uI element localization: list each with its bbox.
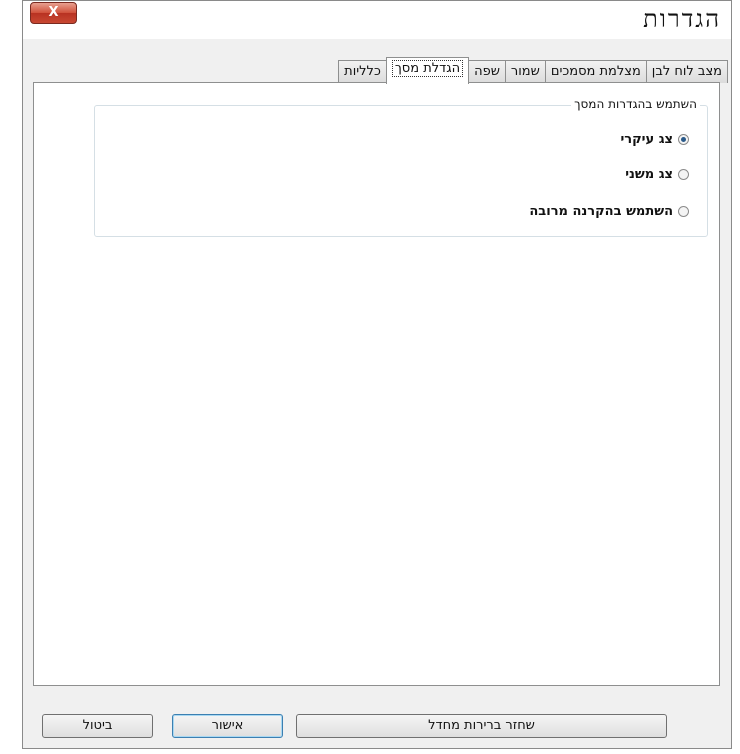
tab-document-camera[interactable]: מצלמת מסמכים bbox=[544, 60, 647, 83]
close-icon: X bbox=[48, 5, 59, 20]
ok-button[interactable]: אישור bbox=[172, 714, 283, 738]
settings-dialog: X הגדרות כלליות הגדלת מסך שפה שמור מצלמת… bbox=[22, 0, 732, 749]
tab-strip: כלליות הגדלת מסך שפה שמור מצלמת מסמכים מ… bbox=[338, 57, 728, 84]
radio-primary-display[interactable]: צג עיקרי bbox=[620, 132, 689, 147]
radio-secondary-display[interactable]: צג משני bbox=[625, 167, 689, 182]
radio-label: צג משני bbox=[625, 167, 673, 182]
tab-whiteboard-mode[interactable]: מצב לוח לבן bbox=[645, 60, 728, 83]
radio-label: השתמש בהקרנה מרובה bbox=[529, 204, 673, 219]
title-bar: X הגדרות bbox=[23, 1, 731, 39]
screen-settings-group: השתמש בהגדרות המסך צג עיקרי צג משני השתמ… bbox=[94, 97, 708, 237]
group-title: השתמש בהגדרות המסך bbox=[571, 97, 700, 111]
radio-icon-checked[interactable] bbox=[678, 134, 689, 145]
close-button[interactable]: X bbox=[30, 2, 77, 24]
radio-icon[interactable] bbox=[678, 169, 689, 180]
radio-icon[interactable] bbox=[678, 206, 689, 217]
radio-label: צג עיקרי bbox=[620, 132, 673, 147]
cancel-button[interactable]: ביטול bbox=[42, 714, 153, 738]
tab-magnification[interactable]: הגדלת מסך bbox=[385, 57, 470, 84]
tab-magnification-label: הגדלת מסך bbox=[391, 60, 464, 77]
radio-multi-projection[interactable]: השתמש בהקרנה מרובה bbox=[529, 204, 689, 219]
restore-defaults-button[interactable]: שחזר ברירות מחדל bbox=[296, 714, 667, 738]
tab-panel: השתמש בהגדרות המסך צג עיקרי צג משני השתמ… bbox=[33, 82, 720, 686]
tab-save[interactable]: שמור bbox=[504, 60, 546, 83]
tab-general[interactable]: כלליות bbox=[338, 60, 387, 83]
tab-language[interactable]: שפה bbox=[468, 60, 506, 83]
dialog-title: הגדרות bbox=[643, 5, 721, 33]
